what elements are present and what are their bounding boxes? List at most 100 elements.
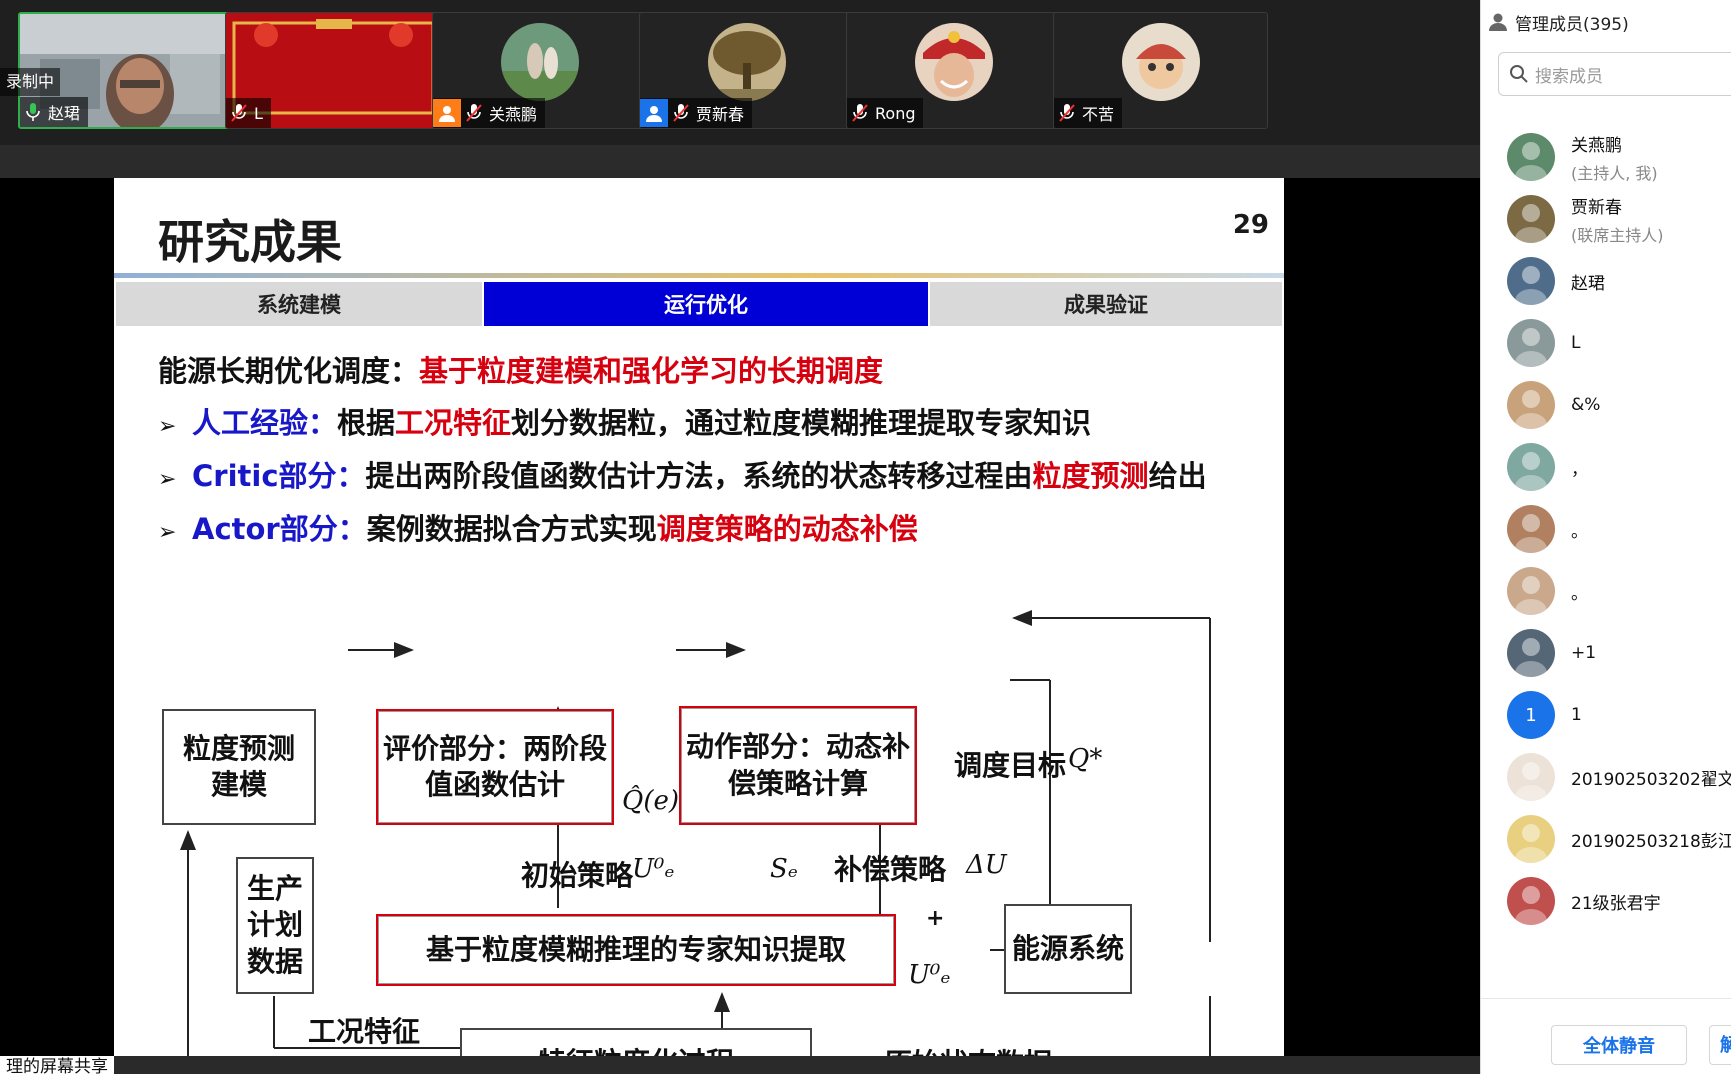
participant-tile[interactable]: 关燕鹏 <box>432 12 647 129</box>
bullet-item: ➢ Critic部分：提出两阶段值函数估计方法，系统的状态转移过程由粒度预测给出 <box>158 453 1207 495</box>
member-name: 1 <box>1571 705 1582 725</box>
participant-namebar: 不苦 <box>1054 98 1123 128</box>
members-panel-title: 管理成员(395) <box>1515 14 1629 35</box>
members-panel: 管理成员(395) 搜索成员 关燕鹏 (主持人, 我) 贾新春 (联席主持人) 赵珺 L &… <box>1480 0 1731 1074</box>
bullet-emphasis: 粒度预测 <box>1032 459 1149 493</box>
member-list-item[interactable]: L <box>1507 316 1731 370</box>
participant-tile[interactable]: 不苦 <box>1053 12 1268 129</box>
heading-emphasis: 基于粒度建模和强化学习的长期调度 <box>419 354 884 388</box>
search-placeholder: 搜索成员 <box>1535 66 1603 87</box>
participant-namebar: 赵珺 <box>20 97 89 127</box>
host-icon <box>433 99 461 127</box>
member-avatar <box>1507 567 1555 615</box>
slide-title: 研究成果 <box>158 215 342 269</box>
q-star-symbol: Q* <box>1068 744 1103 774</box>
member-avatar <box>1507 877 1555 925</box>
member-avatar <box>1507 753 1555 801</box>
bullet-arrow-icon: ➢ <box>158 414 177 439</box>
member-initial: 1 <box>1525 704 1537 726</box>
member-name: ， <box>1571 459 1588 480</box>
member-list-item[interactable]: 赵珺 <box>1507 254 1731 308</box>
member-text: 201902503202翟文 <box>1571 765 1731 790</box>
member-avatar <box>1507 195 1555 243</box>
recording-indicator: 录制中 <box>0 68 61 96</box>
member-avatar <box>1507 505 1555 553</box>
member-text: 。 <box>1571 579 1588 604</box>
title-divider <box>114 273 1284 278</box>
member-name: 贾新春 <box>1571 197 1622 218</box>
search-icon <box>1510 65 1528 83</box>
member-list-item[interactable]: 21级张君宇 <box>1507 874 1731 928</box>
member-name: 。 <box>1571 521 1588 542</box>
bullet-arrow-icon: ➢ <box>158 520 177 545</box>
member-list-item[interactable]: ， <box>1507 440 1731 494</box>
member-list-item[interactable]: 201902503202翟文 <box>1507 750 1731 804</box>
bullet-text: 给出 <box>1148 459 1207 493</box>
member-name: L <box>1571 333 1581 353</box>
member-text: 贾新春 (联席主持人) <box>1571 193 1664 246</box>
member-list-item[interactable]: 贾新春 (联席主持人) <box>1507 192 1731 246</box>
member-list-item[interactable]: 关燕鹏 (主持人, 我) <box>1507 130 1731 184</box>
participant-namebar: 关燕鹏 <box>433 98 546 128</box>
people-icon <box>1489 13 1507 31</box>
shared-screen-slide: 研究成果 29 系统建模 运行优化 成果验证 能源长期优化调度：基于粒度建模和强… <box>114 178 1284 1056</box>
member-avatar <box>1507 319 1555 367</box>
bullet-arrow-icon: ➢ <box>158 467 177 492</box>
member-role: (联席主持人) <box>1571 225 1664 245</box>
member-name: 。 <box>1571 583 1588 604</box>
microphone-muted-icon <box>673 104 689 122</box>
member-list-item[interactable]: &% <box>1507 378 1731 432</box>
participant-tile[interactable]: Rong <box>846 12 1061 129</box>
video-strip: 赵珺 录制中 L 关燕鹏 贾新春 Rong 不苦 <box>0 0 1480 145</box>
member-text: 关燕鹏 (主持人, 我) <box>1571 131 1658 184</box>
screen-share-label: 理的屏幕共享 <box>0 1056 114 1074</box>
block-diagram: 粒度预测 建模 评价部分：两阶段 值函数估计 动作部分：动态补 偿策略计算 生产… <box>114 578 1284 1056</box>
microphone-muted-icon <box>852 104 868 122</box>
microphone-muted-icon <box>466 104 482 122</box>
mute-all-button[interactable]: 全体静音 <box>1551 1025 1687 1065</box>
strip-divider <box>0 145 1480 178</box>
raw-state-data-label: 原始状态数据 <box>884 1042 1052 1056</box>
plus-sign: + <box>926 906 945 931</box>
participant-tile[interactable]: L <box>225 12 440 129</box>
participant-namebar: Rong <box>847 98 924 128</box>
member-avatar <box>1507 629 1555 677</box>
member-avatar <box>1507 257 1555 305</box>
section-tab-validation: 成果验证 <box>930 282 1282 326</box>
member-text: L <box>1571 333 1580 353</box>
bottom-bar <box>0 1056 1480 1074</box>
member-list-item[interactable]: 。 <box>1507 564 1731 618</box>
member-list[interactable]: 关燕鹏 (主持人, 我) 贾新春 (联席主持人) 赵珺 L &%，。。 +1 1 1 2019025… <box>1481 130 1731 1000</box>
participant-namebar: L <box>226 98 271 128</box>
q-hat-symbol: Q̂(e) <box>622 786 679 816</box>
member-text: 201902503218彭江 <box>1571 827 1731 852</box>
section-tab-optimization: 运行优化 <box>484 282 930 326</box>
member-list-item[interactable]: +1 <box>1507 626 1731 680</box>
member-list-item[interactable]: 201902503218彭江 <box>1507 812 1731 866</box>
slide-heading: 能源长期优化调度：基于粒度建模和强化学习的长期调度 <box>158 348 883 390</box>
members-panel-footer: 全体静音 解 <box>1481 998 1731 1074</box>
section-tab-modeling: 系统建模 <box>116 282 484 326</box>
slide-section-tabs: 系统建模 运行优化 成果验证 <box>116 282 1282 326</box>
bullet-text: 根据 <box>337 406 396 440</box>
participant-tile[interactable]: 贾新春 <box>639 12 854 129</box>
bullet-text: 案例数据拟合方式实现 <box>366 512 657 546</box>
member-search-input[interactable]: 搜索成员 <box>1498 52 1731 96</box>
participant-name: 关燕鹏 <box>489 105 538 124</box>
member-list-item[interactable]: 11 <box>1507 688 1731 742</box>
member-name: +1 <box>1571 643 1597 663</box>
member-name: 201902503218彭江 <box>1571 831 1731 852</box>
member-list-item[interactable]: 。 <box>1507 502 1731 556</box>
se-symbol: Sₑ <box>770 854 798 884</box>
member-name: 21级张君宇 <box>1571 893 1661 914</box>
actor-box: 动作部分：动态补 偿策略计算 <box>679 706 917 825</box>
avatar <box>707 23 786 101</box>
member-text: 21级张君宇 <box>1571 889 1661 914</box>
condition-feature-label: 工况特征 <box>308 1015 421 1048</box>
microphone-icon <box>26 103 40 121</box>
member-text: ， <box>1571 455 1588 480</box>
unmute-all-button[interactable]: 解 <box>1709 1025 1731 1065</box>
member-avatar <box>1507 815 1555 863</box>
bullet-item: ➢ 人工经验：根据工况特征划分数据粒，通过粒度模糊推理提取专家知识 <box>158 400 1091 442</box>
u0e-output-symbol: U⁰ₑ <box>908 960 951 990</box>
